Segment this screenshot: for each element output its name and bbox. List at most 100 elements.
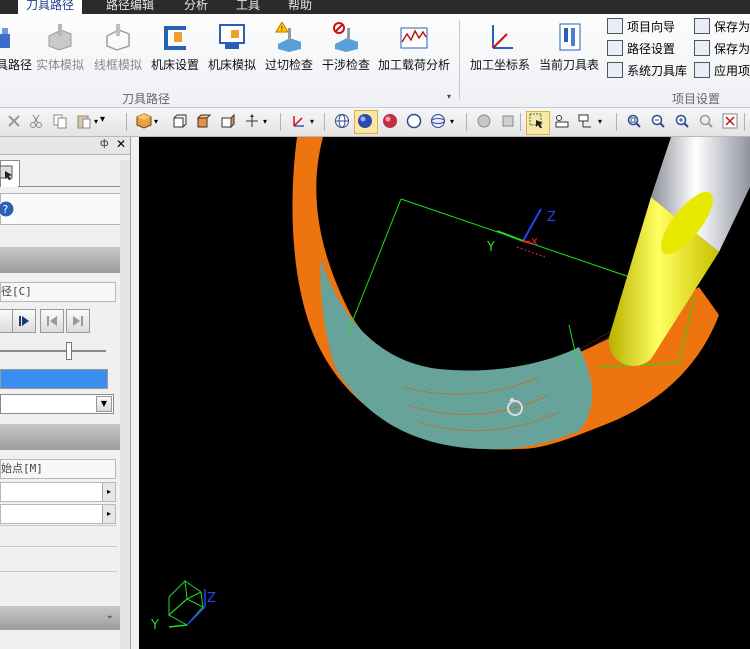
panel-close-icon[interactable]: ✕ [116,137,126,151]
view-top-icon[interactable] [196,113,212,129]
view-side-icon[interactable] [220,113,236,129]
filter-dropdown-icon[interactable]: ▾ [598,117,602,126]
system-tool-library-button[interactable]: 系统刀具库 [607,62,687,80]
path-field[interactable]: 径[C] [0,282,116,302]
group-expand-icon[interactable]: ▾ [447,92,451,101]
wireframe-simulation-button[interactable]: 线框模拟 [92,18,144,80]
last-frame-button[interactable] [66,309,90,333]
render-dropdown-icon[interactable]: ▾ [450,117,454,126]
section-header-1[interactable] [0,247,120,273]
menu-analysis[interactable]: 分析 [176,0,216,14]
panel-scrollbar[interactable] [120,160,130,649]
toolbar-separator [616,113,617,131]
toolbar-separator [280,113,281,131]
menu-path-edit[interactable]: 路径编辑 [98,0,162,14]
current-tool-table-button[interactable]: 当前刀具表 [538,18,600,80]
shaded-sphere-icon[interactable] [357,113,373,129]
paste-dropdown-icon[interactable]: ▾ [94,117,98,126]
progress-bar [0,369,108,389]
delete-icon[interactable] [6,113,22,129]
wireframe-sphere-icon[interactable] [334,113,350,129]
expand-arrow-icon[interactable]: ▸ [102,505,115,523]
toolbar-separator [324,113,325,131]
solid-simulation-button[interactable]: 实体模拟 [34,18,86,80]
panel-row [0,571,117,594]
view-iso-icon[interactable] [244,113,260,129]
speed-slider-track[interactable] [0,350,106,352]
section-header-2[interactable] [0,424,120,450]
menu-help[interactable]: 帮助 [280,0,320,14]
zoom-out-icon[interactable] [650,113,666,129]
triad-z-label: Z [207,591,216,606]
select-chevron-icon[interactable]: ▼ [96,396,112,412]
menu-toolpath[interactable]: 刀具路径 [18,0,83,14]
save-as-button-2[interactable]: 保存为 [694,40,750,58]
expand-arrow-icon[interactable]: ▸ [102,483,115,501]
section-header-3[interactable]: ⌄ [0,606,120,630]
zoom-fit-icon[interactable] [698,113,714,129]
zoom-window-icon[interactable] [626,113,642,129]
cut-icon[interactable] [28,113,44,129]
help-icon[interactable]: ? [0,200,15,218]
3d-viewport[interactable]: Z Y X Z Y [139,137,750,649]
scene: Z Y X Z Y [150,137,750,633]
path-settings-button[interactable]: 路径设置 [607,40,675,58]
axis-y-label: Y [486,240,495,255]
param-field-1[interactable]: ▸ [0,482,116,502]
gouge-check-button[interactable]: ! 过切检查 [263,18,315,80]
filter-icon[interactable] [578,113,594,129]
ribbon: 具路径 实体模拟 线框模拟 机床设置 机床模拟 ! 过切检查 干涉检查 加工载荷… [0,14,750,108]
first-frame-button[interactable] [40,309,64,333]
wireframe-simulation-icon [103,22,133,52]
hidden-line-sphere-icon[interactable] [406,113,422,129]
toolbar-overflow-icon[interactable]: ▾ [100,114,105,125]
collision-check-button[interactable]: 干涉检查 [320,18,372,80]
toolpath-icon [0,22,28,52]
machine-simulation-button[interactable]: 机床模拟 [206,18,258,80]
view-orientation-cube: Z Y [150,579,216,633]
view-front-icon[interactable] [172,113,188,129]
prohibited-icon [331,22,361,52]
cube-dropdown-icon[interactable]: ▾ [154,117,158,126]
panel-tab-active[interactable] [0,160,20,187]
users-icon[interactable] [554,113,570,129]
last-frame-icon [73,316,83,326]
apply-button[interactable]: 应用项 [694,62,750,80]
layer-icon[interactable] [500,113,516,129]
close-view-icon[interactable] [722,113,738,129]
step-forward-button[interactable] [12,309,36,333]
toolpath-button[interactable]: 具路径 [0,18,32,80]
cube-shaded-icon[interactable] [136,113,152,129]
wizard-icon [607,18,623,34]
copy-icon[interactable] [52,113,68,129]
start-point-field[interactable]: 始点[M] [0,459,116,479]
view-dropdown-icon[interactable]: ▾ [263,117,267,126]
work-coordinate-button[interactable]: 加工坐标系 [466,18,534,80]
axis-x-dashed [516,246,546,258]
param-field-2[interactable]: ▸ [0,504,116,524]
machine-simulation-icon [217,22,247,52]
tool-library-icon [607,62,623,78]
material-sphere-icon[interactable] [476,113,492,129]
menu-tools[interactable]: 工具 [228,0,268,14]
double-chevron-down-icon[interactable]: ⌄ [106,610,114,621]
axis-x-line [522,240,532,244]
wire-globe-icon[interactable] [430,113,446,129]
zoom-in-icon[interactable] [674,113,690,129]
panel-row [0,546,117,567]
shaded-edges-sphere-icon[interactable] [382,113,398,129]
step-forward-icon [19,316,29,326]
coordinate-system-icon[interactable] [290,113,306,129]
paste-icon[interactable] [76,113,92,129]
toolbar-separator [744,113,745,131]
speed-slider-thumb[interactable] [66,342,72,360]
warning-icon: ! [274,21,304,52]
pin-icon[interactable]: ф [100,138,109,149]
select-arrow-icon[interactable] [529,113,545,129]
machine-setup-button[interactable]: 机床设置 [149,18,201,80]
mode-select[interactable]: ▼ [0,394,114,414]
project-wizard-button[interactable]: 项目向导 [607,18,675,36]
load-analysis-button[interactable]: 加工载荷分析 [377,18,451,80]
save-as-button-1[interactable]: 保存为 [694,18,750,36]
coordinate-dropdown-icon[interactable]: ▾ [310,117,314,126]
